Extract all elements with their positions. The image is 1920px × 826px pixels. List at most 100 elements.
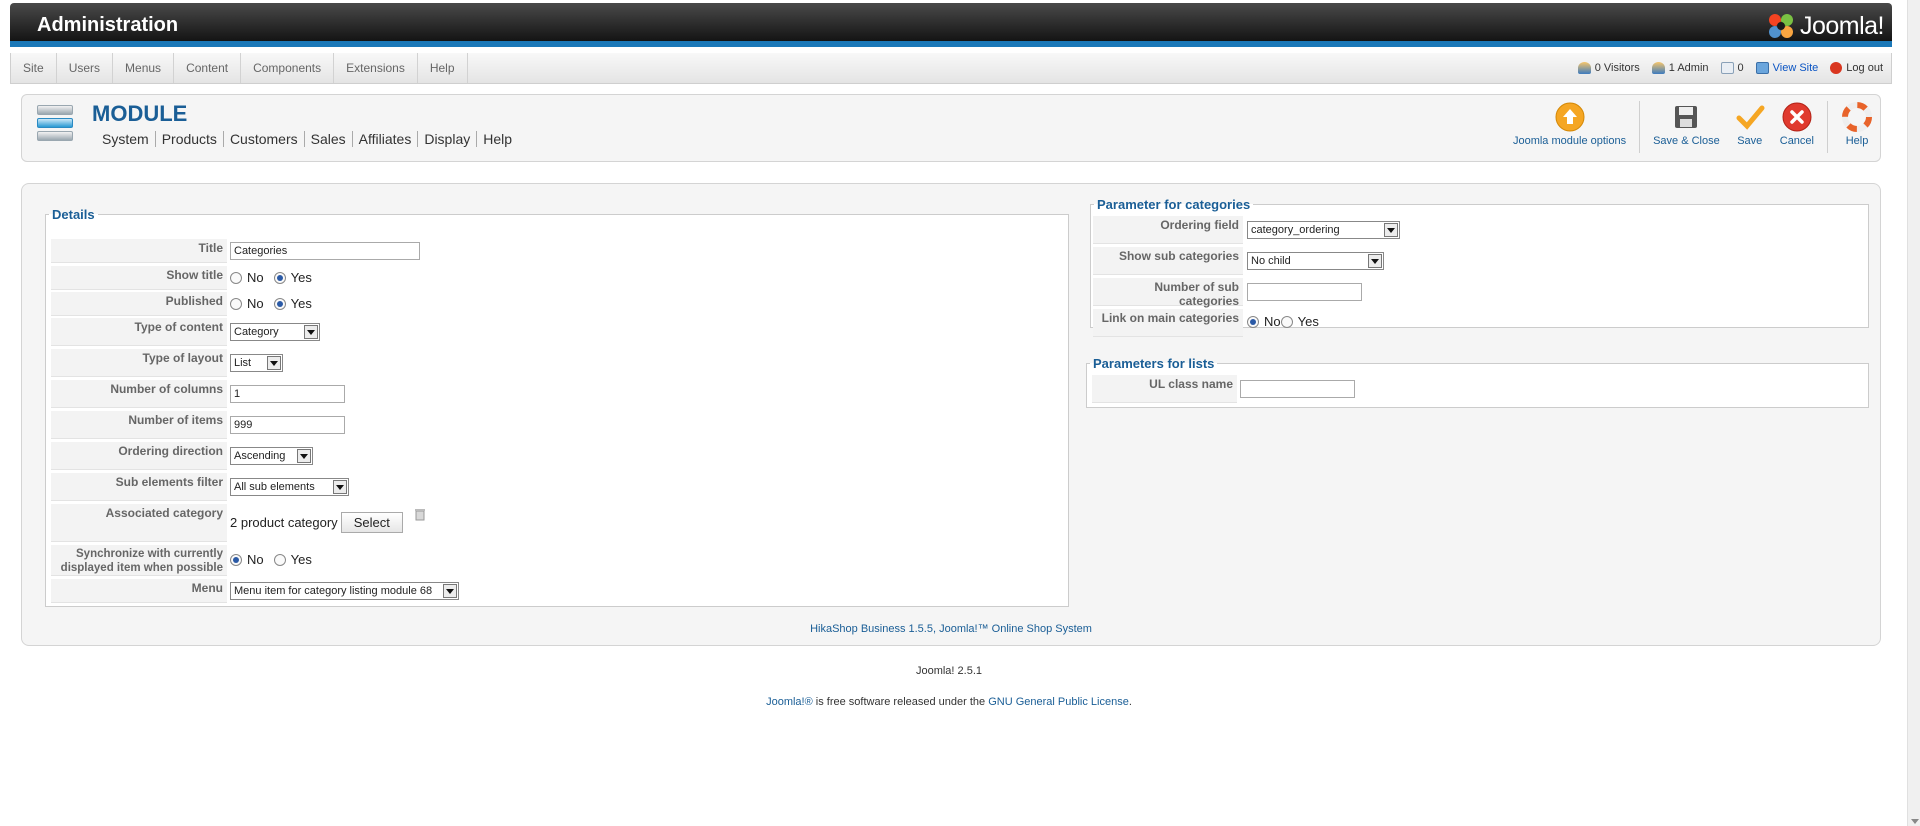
menu-select[interactable]: Menu item for category listing module 68 <box>230 582 459 600</box>
menu-content[interactable]: Content <box>174 53 242 83</box>
published-no-radio[interactable] <box>230 297 242 310</box>
joomla-logo[interactable]: Joomla! <box>1766 11 1885 41</box>
messages-status[interactable]: 0 <box>1720 62 1744 74</box>
vertical-scrollbar[interactable] <box>1907 0 1920 826</box>
view-site-link[interactable]: View Site <box>1773 62 1819 74</box>
type-of-content-select[interactable]: Category <box>230 323 320 341</box>
scroll-down-icon[interactable] <box>1911 819 1919 824</box>
hikashop-submenu: System Products Customers Sales Affiliat… <box>96 131 518 147</box>
list-params-legend: Parameters for lists <box>1093 356 1215 371</box>
menu-help[interactable]: Help <box>418 53 468 83</box>
module-edit-form: Details Title Categories Show title No Y… <box>21 183 1881 646</box>
license-suffix: . <box>1128 696 1132 708</box>
visitors-status: 0 Visitors <box>1577 62 1640 74</box>
ul-class-name-label: UL class name <box>1092 375 1237 403</box>
submenu-display[interactable]: Display <box>418 131 478 147</box>
chevron-down-icon <box>443 584 457 598</box>
link-on-main-yes-radio[interactable] <box>1280 315 1293 328</box>
associated-category-label: Associated category <box>51 504 227 542</box>
cancel-button[interactable]: Cancel <box>1773 101 1821 157</box>
show-title-label: Show title <box>51 266 227 290</box>
details-legend: Details <box>52 207 95 222</box>
type-of-layout-label: Type of layout <box>51 349 227 377</box>
ordering-direction-label: Ordering direction <box>51 442 227 470</box>
number-of-items-input[interactable]: 999 <box>230 416 345 434</box>
sub-elements-filter-label: Sub elements filter <box>51 473 227 501</box>
chevron-down-icon <box>1368 254 1382 268</box>
menu-components[interactable]: Components <box>241 53 335 83</box>
license-line: Joomla!® is free software released under… <box>0 696 1898 708</box>
ordering-direction-select[interactable]: Ascending <box>230 447 313 465</box>
options-button[interactable]: Joomla module options <box>1506 101 1633 157</box>
submenu-system[interactable]: System <box>96 131 156 147</box>
synchronize-yes-radio[interactable] <box>273 553 286 566</box>
logout-status[interactable]: Log out <box>1830 62 1883 74</box>
options-label: Joomla module options <box>1512 135 1627 147</box>
show-sub-categories-label: Show sub categories <box>1093 247 1243 275</box>
category-params-legend: Parameter for categories <box>1097 197 1251 212</box>
link-on-main-radios: No Yes <box>1247 314 1329 329</box>
title-label: Title <box>51 239 227 263</box>
submenu-sales[interactable]: Sales <box>305 131 353 147</box>
joomla-version: Joomla! 2.5.1 <box>915 665 983 677</box>
menu-users[interactable]: Users <box>57 53 114 83</box>
published-yes-radio[interactable] <box>273 297 286 310</box>
admin-header: Administration Joomla! <box>10 3 1892 47</box>
title-input[interactable]: Categories <box>230 242 420 260</box>
ul-class-name-input[interactable] <box>1240 380 1355 398</box>
select-category-button[interactable]: Select <box>340 512 403 533</box>
save-close-button[interactable]: Save & Close <box>1646 101 1727 157</box>
menu-site[interactable]: Site <box>11 53 57 83</box>
submenu-products[interactable]: Products <box>156 131 224 147</box>
module-icon <box>37 105 73 144</box>
chevron-down-icon <box>304 325 318 339</box>
menu-extensions[interactable]: Extensions <box>334 53 418 83</box>
number-of-sub-categories-label: Number of sub categories <box>1093 278 1243 308</box>
visitors-icon <box>1577 62 1591 74</box>
chevron-down-icon <box>1384 223 1398 237</box>
synchronize-label: Synchronize with currently displayed ite… <box>51 545 227 576</box>
synchronize-radios: No Yes <box>230 552 322 567</box>
published-label: Published <box>51 292 227 316</box>
submenu-customers[interactable]: Customers <box>224 131 305 147</box>
page-title: MODULE <box>92 101 188 126</box>
type-of-layout-select[interactable]: List <box>230 354 283 372</box>
checkmark-icon <box>1734 101 1766 133</box>
arrow-up-icon <box>1554 101 1586 133</box>
ordering-field-select[interactable]: category_ordering <box>1247 221 1400 239</box>
logout-link[interactable]: Log out <box>1846 62 1883 74</box>
details-fieldset: Details Title Categories Show title No Y… <box>45 207 1069 607</box>
synchronize-no-radio[interactable] <box>230 553 242 566</box>
sub-elements-filter-select[interactable]: All sub elements <box>230 478 349 496</box>
save-close-label: Save & Close <box>1653 135 1720 147</box>
type-of-content-label: Type of content <box>51 318 227 346</box>
admins-status: 1 Admin <box>1651 62 1709 74</box>
show-sub-categories-select[interactable]: No child <box>1247 252 1384 270</box>
messages-icon <box>1720 62 1734 74</box>
published-radios: No Yes <box>230 296 322 311</box>
logout-icon <box>1830 62 1843 74</box>
show-title-no-radio[interactable] <box>230 271 242 284</box>
link-on-main-no-radio[interactable] <box>1247 315 1259 328</box>
show-title-yes-radio[interactable] <box>273 271 286 284</box>
joomla-logo-text: Joomla! <box>1799 11 1885 40</box>
help-button[interactable]: Help <box>1834 101 1880 157</box>
number-of-sub-categories-input[interactable] <box>1247 283 1362 301</box>
submenu-affiliates[interactable]: Affiliates <box>353 131 419 147</box>
gpl-link[interactable]: GNU General Public License <box>988 696 1129 708</box>
chevron-down-icon <box>333 480 347 494</box>
menu-menus[interactable]: Menus <box>113 53 175 83</box>
show-title-radios: No Yes <box>230 270 322 285</box>
joomla-logo-icon <box>1768 14 1793 38</box>
view-site-status[interactable]: View Site <box>1755 62 1819 74</box>
number-of-columns-input[interactable]: 1 <box>230 385 345 403</box>
monitor-icon <box>1755 62 1769 74</box>
status-bar: 0 Visitors 1 Admin 0 View Site Log out <box>1577 53 1883 83</box>
submenu-help[interactable]: Help <box>477 131 518 147</box>
help-label: Help <box>1845 135 1869 147</box>
hikashop-footer-link[interactable]: HikaShop Business 1.5.5, Joomla!™ Online… <box>22 623 1880 635</box>
joomla-link[interactable]: Joomla!® <box>766 696 813 708</box>
trash-icon[interactable] <box>414 508 425 524</box>
save-button[interactable]: Save <box>1727 101 1773 157</box>
admin-title: Administration <box>37 14 179 36</box>
